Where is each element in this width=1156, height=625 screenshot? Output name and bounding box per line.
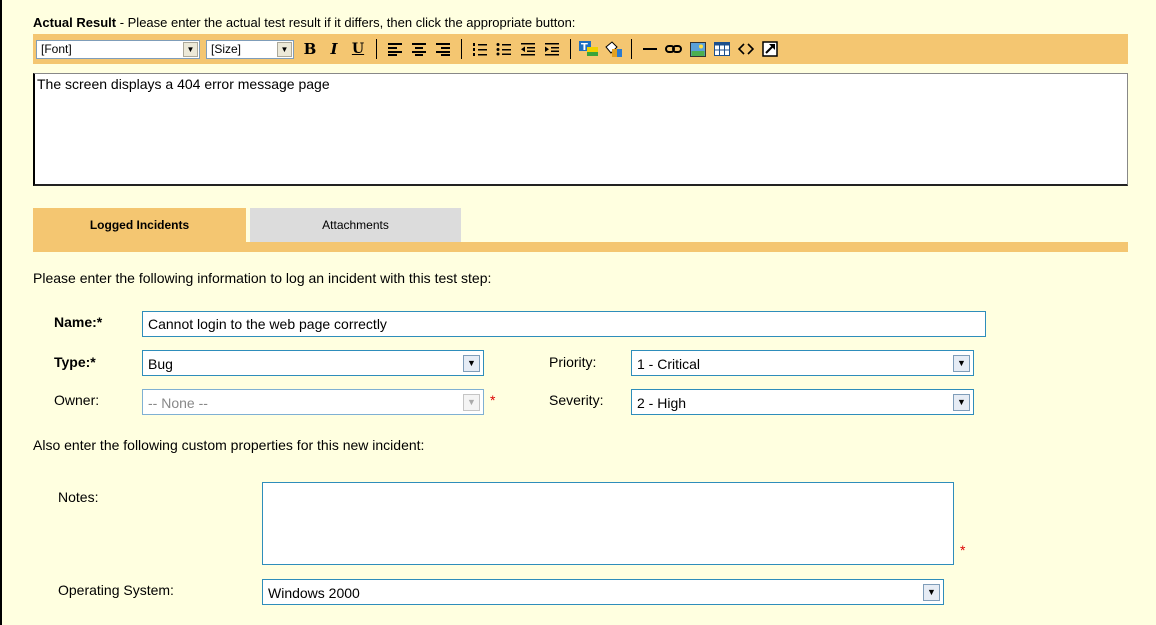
bold-button[interactable]: B: [300, 39, 320, 59]
bullet-list-icon: [496, 43, 511, 56]
severity-select-value: 2 - High: [637, 395, 687, 411]
italic-button[interactable]: I: [324, 39, 344, 59]
owner-label: Owner:: [54, 392, 100, 408]
chevron-down-icon: ▼: [953, 394, 970, 411]
actual-result-header: Actual Result - Please enter the actual …: [33, 15, 575, 30]
expand-icon: [762, 41, 778, 57]
name-label: Name:*: [54, 314, 103, 330]
type-select-value: Bug: [148, 356, 173, 372]
align-left-button[interactable]: [385, 39, 405, 59]
chevron-down-icon: ▼: [923, 584, 940, 601]
priority-label: Priority:: [549, 354, 597, 370]
operating-system-value: Windows 2000: [268, 585, 360, 601]
align-left-icon: [388, 43, 402, 56]
custom-properties-intro: Also enter the following custom properti…: [33, 437, 425, 453]
tab-underline-bar: [33, 242, 1128, 252]
outdent-button[interactable]: [518, 39, 538, 59]
numbered-list-button[interactable]: [470, 39, 490, 59]
underline-button[interactable]: U: [348, 39, 368, 59]
numbered-list-icon: [473, 43, 487, 56]
name-input[interactable]: Cannot login to the web page correctly: [142, 311, 986, 337]
actual-result-instruction: - Please enter the actual test result if…: [116, 15, 576, 30]
tab-logged-incidents-label: Logged Incidents: [89, 218, 190, 232]
insert-link-button[interactable]: [664, 39, 684, 59]
actual-result-editor[interactable]: The screen displays a 404 error message …: [33, 73, 1128, 186]
tab-attachments[interactable]: Attachments: [250, 208, 461, 242]
bullet-list-button[interactable]: [494, 39, 514, 59]
source-code-button[interactable]: [736, 39, 756, 59]
operating-system-select[interactable]: Windows 2000 ▼: [262, 579, 944, 605]
left-border: [0, 0, 2, 625]
priority-select[interactable]: 1 - Critical ▼: [631, 350, 974, 376]
type-label: Type:*: [54, 354, 96, 370]
owner-select[interactable]: -- None -- ▼: [142, 389, 484, 415]
link-icon: [665, 45, 682, 53]
notes-textarea[interactable]: [262, 482, 954, 565]
size-select-value: [Size]: [211, 41, 242, 56]
horizontal-rule-icon: [643, 48, 657, 50]
chevron-down-icon: ▼: [277, 41, 292, 57]
toolbar-separator: [461, 39, 462, 59]
severity-select[interactable]: 2 - High ▼: [631, 389, 974, 415]
toolbar-separator: [631, 39, 632, 59]
toolbar-separator: [570, 39, 571, 59]
toolbar-separator: [376, 39, 377, 59]
paint-bucket-icon: [605, 41, 622, 57]
insert-table-button[interactable]: [712, 39, 732, 59]
page: Actual Result - Please enter the actual …: [0, 0, 1156, 625]
rich-text-toolbar: [Font] ▼ [Size] ▼ B I U T: [33, 34, 1128, 64]
actual-result-text: The screen displays a 404 error message …: [37, 76, 330, 92]
owner-select-value: -- None --: [148, 395, 208, 411]
actual-result-title: Actual Result: [33, 15, 117, 30]
align-right-icon: [436, 43, 450, 56]
chevron-down-icon: ▼: [183, 41, 198, 57]
code-icon: [738, 43, 754, 55]
horizontal-rule-button[interactable]: [640, 39, 660, 59]
fullscreen-button[interactable]: [760, 39, 780, 59]
operating-system-label: Operating System:: [58, 582, 174, 598]
indent-icon: [545, 43, 559, 56]
font-select[interactable]: [Font] ▼: [36, 39, 200, 59]
svg-text:T: T: [581, 42, 588, 53]
tab-attachments-label: Attachments: [322, 218, 389, 232]
chevron-down-icon: ▼: [463, 394, 480, 411]
incident-intro-text: Please enter the following information t…: [33, 270, 492, 286]
notes-label: Notes:: [58, 489, 99, 505]
font-select-value: [Font]: [41, 41, 72, 56]
owner-required-marker: *: [490, 392, 496, 408]
text-color-icon: T: [579, 41, 598, 56]
image-icon: [690, 41, 706, 57]
align-right-button[interactable]: [433, 39, 453, 59]
insert-image-button[interactable]: [688, 39, 708, 59]
indent-button[interactable]: [542, 39, 562, 59]
align-center-icon: [412, 43, 426, 56]
background-color-button[interactable]: [603, 39, 623, 59]
outdent-icon: [521, 43, 535, 56]
chevron-down-icon: ▼: [463, 355, 480, 372]
severity-label: Severity:: [549, 392, 604, 408]
name-input-value: Cannot login to the web page correctly: [148, 316, 387, 332]
type-select[interactable]: Bug ▼: [142, 350, 484, 376]
tab-logged-incidents[interactable]: Logged Incidents: [33, 208, 246, 242]
align-center-button[interactable]: [409, 39, 429, 59]
text-color-button[interactable]: T: [579, 39, 599, 59]
table-icon: [714, 42, 730, 56]
chevron-down-icon: ▼: [953, 355, 970, 372]
priority-select-value: 1 - Critical: [637, 356, 701, 372]
size-select[interactable]: [Size] ▼: [206, 39, 294, 59]
notes-required-marker: *: [960, 542, 966, 558]
